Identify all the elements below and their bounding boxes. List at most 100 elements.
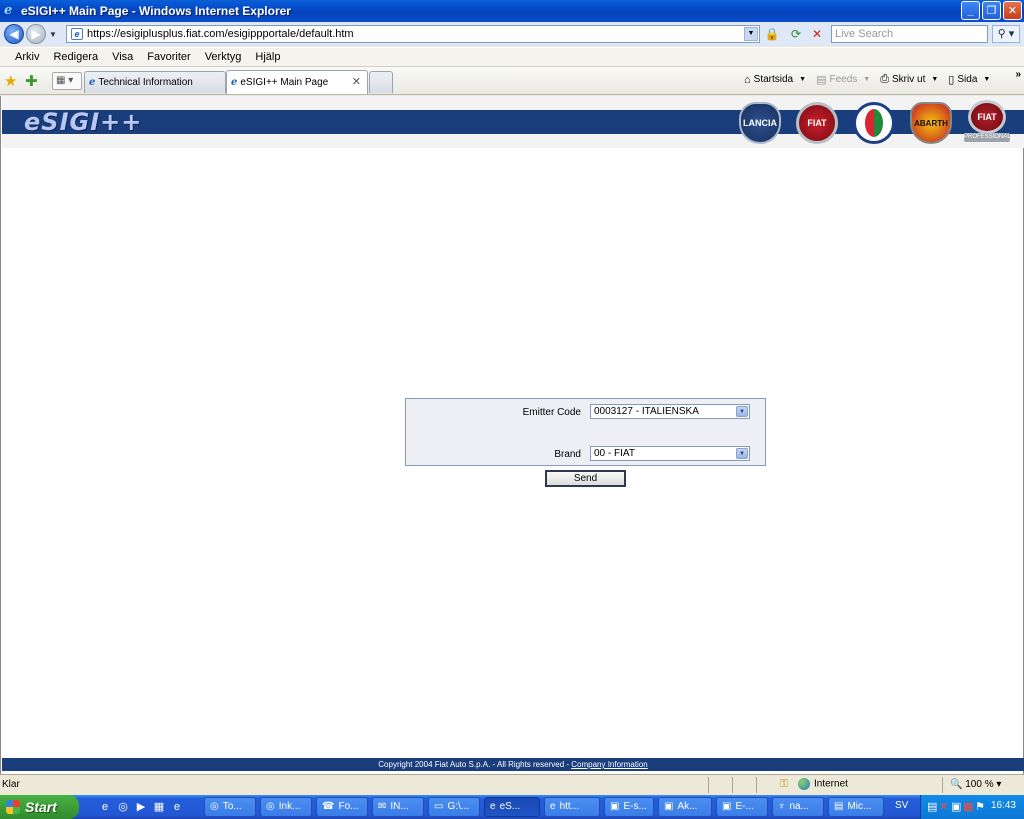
ie-icon: e — [550, 801, 556, 812]
emitter-code-select[interactable]: 0003127 - ITALIENSKA ▼ — [590, 404, 750, 419]
app-icon: ▤ — [834, 801, 844, 812]
brand-row: Brand 00 - FIAT ▼ — [406, 446, 765, 464]
esigi-banner: eSIGI++ LANCIA FIAT ABARTH FIAT PROFESSI… — [2, 96, 1024, 148]
feeds-dropdown-icon: ▼ — [863, 76, 871, 83]
zoom-level[interactable]: 🔍 100 % ▾ — [950, 779, 1001, 790]
tray-icon[interactable]: ⚑ — [975, 800, 985, 813]
menu-favoriter[interactable]: Favoriter — [147, 51, 190, 63]
home-dropdown-icon[interactable]: ▼ — [799, 76, 806, 83]
window-title: eSIGI++ Main Page - Windows Internet Exp… — [21, 4, 291, 18]
taskbar-item[interactable]: ▤ Mic... — [828, 797, 884, 817]
media-quicklaunch-icon[interactable]: ▶ — [134, 800, 148, 814]
restore-button[interactable]: ❐ — [982, 1, 1001, 20]
taskbar-item[interactable]: ♆ na... — [772, 797, 824, 817]
print-button[interactable]: Skriv ut — [892, 74, 925, 85]
menu-verktyg[interactable]: Verktyg — [205, 51, 242, 63]
taskbar: Start e ◎ ▶ ▦ e ◎ To... ◎ Ink... ☎ Fo... ✉ I… — [0, 795, 1024, 819]
tray-icon[interactable]: ▤ — [927, 800, 937, 813]
tray-icon[interactable]: ▦ — [963, 800, 973, 813]
print-dropdown-icon[interactable]: ▼ — [931, 76, 938, 83]
emitter-code-value: 0003127 - ITALIENSKA — [594, 406, 699, 417]
home-icon[interactable]: ⌂ — [744, 74, 751, 86]
professional-label: PROFESSIONAL — [964, 133, 1011, 142]
taskbar-item[interactable]: ▣ Ak... — [658, 797, 712, 817]
tab-technical-information[interactable]: e Technical Information — [84, 71, 226, 93]
page-menu-icon[interactable]: ▯ — [948, 73, 954, 86]
minimize-button[interactable]: _ — [961, 1, 980, 20]
taskbar-item[interactable]: ✉ IN... — [372, 797, 424, 817]
tray-icon[interactable]: ▣ — [951, 800, 961, 813]
fiat-logo: FIAT — [796, 102, 838, 144]
taskbar-item[interactable]: ◎ Ink... — [260, 797, 312, 817]
feeds-icon: ▤ — [816, 74, 827, 86]
mail-icon: ✉ — [378, 801, 387, 812]
tab-label: eSIGI++ Main Page — [240, 77, 329, 88]
close-tab-icon[interactable]: ✕ — [352, 75, 361, 88]
clock[interactable]: 16:43 — [991, 800, 1016, 811]
taskbar-item[interactable]: e htt... — [544, 797, 600, 817]
start-button[interactable]: Start — [0, 795, 79, 819]
status-bar: Klar ⚿ Internet 🔍 100 % ▾ — [0, 774, 1024, 794]
address-field[interactable]: e https://esigiplusplus.fiat.com/esigipp… — [66, 25, 760, 43]
refresh-icon[interactable]: ⟳ — [787, 26, 805, 42]
tab-label: Technical Information — [98, 77, 193, 88]
language-indicator[interactable]: SV — [895, 800, 908, 811]
chevron-down-icon[interactable]: ▼ — [736, 406, 748, 417]
excel-quicklaunch-icon[interactable]: ▦ — [152, 800, 166, 814]
lock-icon[interactable]: 🔒 — [763, 26, 781, 42]
new-tab-button[interactable] — [369, 71, 393, 93]
ie-quicklaunch-icon[interactable]: e — [98, 800, 112, 814]
app-icon: ◎ — [266, 801, 275, 812]
alfa-romeo-crest-icon — [865, 109, 883, 137]
print-icon[interactable]: ⎙ — [880, 73, 889, 86]
security-zone[interactable]: Internet — [798, 778, 848, 790]
back-button[interactable]: ◀ — [4, 24, 24, 44]
search-input[interactable]: Live Search — [831, 25, 988, 43]
taskbar-item[interactable]: ▣ E-s... — [604, 797, 654, 817]
outlook-quicklaunch-icon[interactable]: ◎ — [116, 800, 130, 814]
chevron-right-icon[interactable]: » — [1015, 69, 1021, 80]
page-icon: e — [71, 28, 83, 40]
taskbar-item[interactable]: ▭ G:\... — [428, 797, 480, 817]
chevron-down-icon[interactable]: ▼ — [736, 448, 748, 459]
page-dropdown-icon[interactable]: ▼ — [983, 76, 990, 83]
taskbar-item[interactable]: ▣ E-... — [716, 797, 768, 817]
system-tray: ▤ ✕ ▣ ▦ ⚑ 16:43 — [920, 795, 1024, 819]
taskbar-item[interactable]: ◎ To... — [204, 797, 256, 817]
taskbar-item-active[interactable]: e eS... — [484, 797, 540, 817]
start-label: Start — [25, 799, 57, 815]
address-dropdown-icon[interactable]: ▼ — [744, 27, 758, 41]
ie2-quicklaunch-icon[interactable]: e — [170, 800, 184, 814]
zone-label: Internet — [814, 778, 848, 790]
window-titlebar[interactable]: e eSIGI++ Main Page - Windows Internet E… — [0, 0, 1024, 22]
menu-hjalp[interactable]: Hjälp — [255, 51, 280, 63]
globe-icon — [798, 778, 810, 790]
menu-redigera[interactable]: Redigera — [53, 51, 98, 63]
close-button[interactable]: ✕ — [1003, 1, 1022, 20]
forward-button[interactable]: ▶ — [26, 24, 46, 44]
menu-visa[interactable]: Visa — [112, 51, 133, 63]
menu-arkiv[interactable]: Arkiv — [15, 51, 39, 63]
stop-icon[interactable]: ✕ — [808, 26, 826, 42]
company-information-link[interactable]: Company Information — [571, 760, 647, 769]
add-favorite-icon[interactable]: ✚ — [25, 72, 38, 90]
send-button[interactable]: Send — [545, 470, 626, 487]
protected-mode-icon[interactable]: ⚿ — [780, 778, 788, 791]
address-url[interactable]: https://esigiplusplus.fiat.com/esigipppo… — [87, 28, 354, 40]
tray-icon[interactable]: ✕ — [939, 800, 948, 813]
taskbar-item[interactable]: ☎ Fo... — [316, 797, 368, 817]
pdf-icon: ▣ — [610, 801, 620, 812]
lancia-logo: LANCIA — [739, 102, 781, 144]
home-button[interactable]: Startsida — [754, 74, 793, 85]
history-dropdown-icon[interactable]: ▼ — [49, 30, 59, 39]
brand-select[interactable]: 00 - FIAT ▼ — [590, 446, 750, 461]
feeds-button[interactable]: Feeds — [829, 74, 857, 85]
search-icon: ⚲ — [997, 28, 1006, 40]
login-form: Emitter Code 0003127 - ITALIENSKA ▼ Bran… — [405, 398, 766, 466]
window-controls: _ ❐ ✕ — [961, 1, 1022, 20]
quick-tabs-button[interactable]: ▦ ▾ — [52, 72, 82, 90]
favorites-star-icon[interactable]: ★ — [4, 72, 17, 90]
tab-esigi-main-page[interactable]: e eSIGI++ Main Page ✕ — [226, 70, 368, 94]
page-menu-button[interactable]: Sida — [957, 74, 977, 85]
search-button[interactable]: ⚲ ▾ — [992, 25, 1020, 43]
